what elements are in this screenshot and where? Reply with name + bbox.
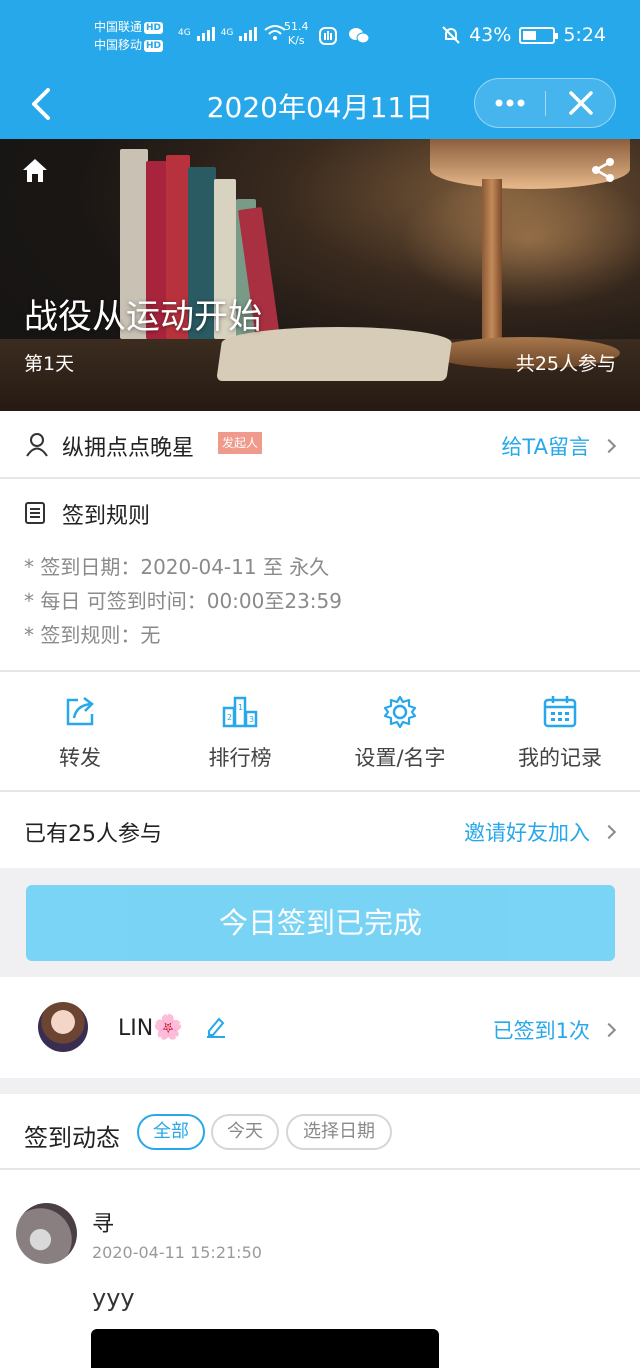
- more-dots-icon: [495, 99, 525, 107]
- share-out-icon: [66, 697, 94, 726]
- svg-text:2: 2: [227, 713, 232, 722]
- owner-badge: 发起人: [218, 432, 263, 454]
- avatar[interactable]: [16, 1203, 77, 1264]
- gear-icon: [383, 695, 417, 729]
- forward-action[interactable]: 转发: [0, 672, 160, 790]
- svg-text:1: 1: [238, 703, 243, 712]
- bell-muted-icon: [442, 26, 460, 44]
- share-button[interactable]: [588, 155, 618, 185]
- invite-label: 邀请好友加入: [464, 821, 590, 845]
- hand-icon: [319, 27, 337, 45]
- user-name: LIN🌸: [118, 1013, 183, 1041]
- filter-select-date[interactable]: 选择日期: [286, 1114, 392, 1150]
- signal-icon: [196, 25, 215, 41]
- post-author: 寻: [92, 1212, 115, 1237]
- nav-bar: 2020年04月11日: [0, 74, 640, 139]
- post-text: yyy: [92, 1284, 135, 1312]
- participant-count: 已有25人参与: [24, 822, 162, 847]
- app-header: 中国联通HD 中国移动HD 4G 4G 51.4 K/s 43% 5:24: [0, 0, 640, 139]
- speed-value: 51.4: [284, 20, 309, 33]
- action-label: 排行榜: [208, 746, 272, 770]
- avatar: [38, 1002, 88, 1052]
- banner: 战役从运动开始 第1天 共25人参与: [0, 139, 640, 411]
- records-action[interactable]: 我的记录: [480, 672, 640, 790]
- person-icon: [26, 433, 48, 457]
- banner-lamp-glow: [400, 169, 640, 309]
- rule-line: * 签到规则：无: [24, 623, 161, 647]
- share-icon: [592, 158, 614, 182]
- user-name-text: LIN: [118, 1016, 154, 1041]
- checkin-post: 寻 2020-04-11 15:21:50 yyy: [0, 1170, 640, 1368]
- home-button[interactable]: [20, 155, 50, 185]
- settings-action[interactable]: 设置/名字: [320, 672, 480, 790]
- network-type-2: 4G: [220, 28, 234, 38]
- carrier-info: 中国联通 HD 中国移动 HD: [94, 18, 164, 54]
- signed-count-link[interactable]: 已签到1次: [492, 1015, 617, 1045]
- status-right: 43% 5:24: [441, 24, 606, 46]
- action-bar: 转发 213 排行榜 设置/名字 我的记录: [0, 672, 640, 790]
- more-button[interactable]: [475, 79, 545, 127]
- dynamics-title: 签到动态: [24, 1124, 120, 1152]
- carrier-1: 中国联通: [94, 20, 143, 34]
- calendar-icon: [543, 696, 577, 728]
- notification-icons: [318, 26, 370, 46]
- banner-lamp-stem: [482, 179, 502, 349]
- my-checkin-row[interactable]: LIN🌸 已签到1次: [0, 977, 640, 1078]
- post-timestamp: 2020-04-11 15:21:50: [92, 1243, 262, 1262]
- filter-today[interactable]: 今天: [211, 1114, 279, 1150]
- leave-message-label: 给TA留言: [501, 435, 590, 459]
- rule-line: * 每日 可签到时间：00:00至23:59: [24, 589, 342, 613]
- hd-badge: HD: [144, 21, 164, 34]
- chevron-right-icon: [601, 824, 617, 840]
- wechat-icon: [349, 28, 370, 44]
- document-icon: [25, 502, 45, 524]
- action-label: 转发: [59, 746, 101, 770]
- banner-title: 战役从运动开始: [24, 297, 262, 337]
- owner-row: 纵拥点点晚星 发起人 给TA留言: [0, 411, 640, 477]
- rules-title: 签到规则: [62, 504, 151, 529]
- back-arrow-icon: [32, 88, 50, 120]
- close-icon: [569, 91, 593, 115]
- checkin-button[interactable]: 今日签到已完成: [26, 885, 615, 961]
- filter-all[interactable]: 全部: [137, 1114, 205, 1150]
- home-icon: [23, 159, 47, 182]
- ranking-action[interactable]: 213 排行榜: [160, 672, 320, 790]
- carrier-2: 中国移动: [94, 38, 143, 52]
- clock: 5:24: [563, 24, 606, 46]
- status-bar: 中国联通 HD 中国移动 HD 4G 4G 51.4 K/s 43% 5:24: [0, 0, 640, 74]
- leave-message-link[interactable]: 给TA留言: [501, 431, 617, 461]
- mini-program-capsule: [474, 78, 616, 128]
- action-label: 设置/名字: [354, 746, 446, 770]
- edit-icon[interactable]: [204, 1014, 228, 1038]
- back-button[interactable]: [24, 82, 64, 126]
- signed-count: 已签到1次: [492, 1019, 590, 1043]
- network-type-1: 4G: [178, 28, 191, 38]
- invite-friends-link[interactable]: 邀请好友加入: [464, 817, 617, 847]
- network-speed: 51.4 K/s: [284, 20, 309, 48]
- battery-icon: [519, 26, 559, 44]
- flower-emoji: 🌸: [153, 1013, 184, 1041]
- signal-icon: [239, 25, 258, 41]
- chevron-right-icon: [601, 438, 617, 454]
- rules-section: 签到规则 * 签到日期：2020-04-11 至 永久 * 每日 可签到时间：0…: [0, 479, 640, 670]
- post-image[interactable]: [91, 1329, 439, 1368]
- signal-indicators: 4G 4G: [178, 24, 287, 42]
- action-label: 我的记录: [518, 746, 602, 770]
- chevron-right-icon: [601, 1022, 617, 1038]
- svg-text:3: 3: [249, 715, 254, 724]
- banner-participant-count: 共25人参与: [515, 353, 616, 375]
- close-button[interactable]: [546, 79, 616, 127]
- owner-name: 纵拥点点晚星: [62, 436, 195, 461]
- hd-badge: HD: [144, 39, 164, 52]
- participants-row: 已有25人参与 邀请好友加入: [0, 792, 640, 868]
- rule-line: * 签到日期：2020-04-11 至 永久: [24, 555, 330, 579]
- speed-unit: K/s: [287, 34, 305, 47]
- podium-icon: 213: [222, 696, 258, 728]
- dynamics-header: 签到动态 全部 今天 选择日期: [0, 1094, 640, 1168]
- banner-day: 第1天: [24, 353, 75, 375]
- battery-percent: 43%: [469, 24, 512, 46]
